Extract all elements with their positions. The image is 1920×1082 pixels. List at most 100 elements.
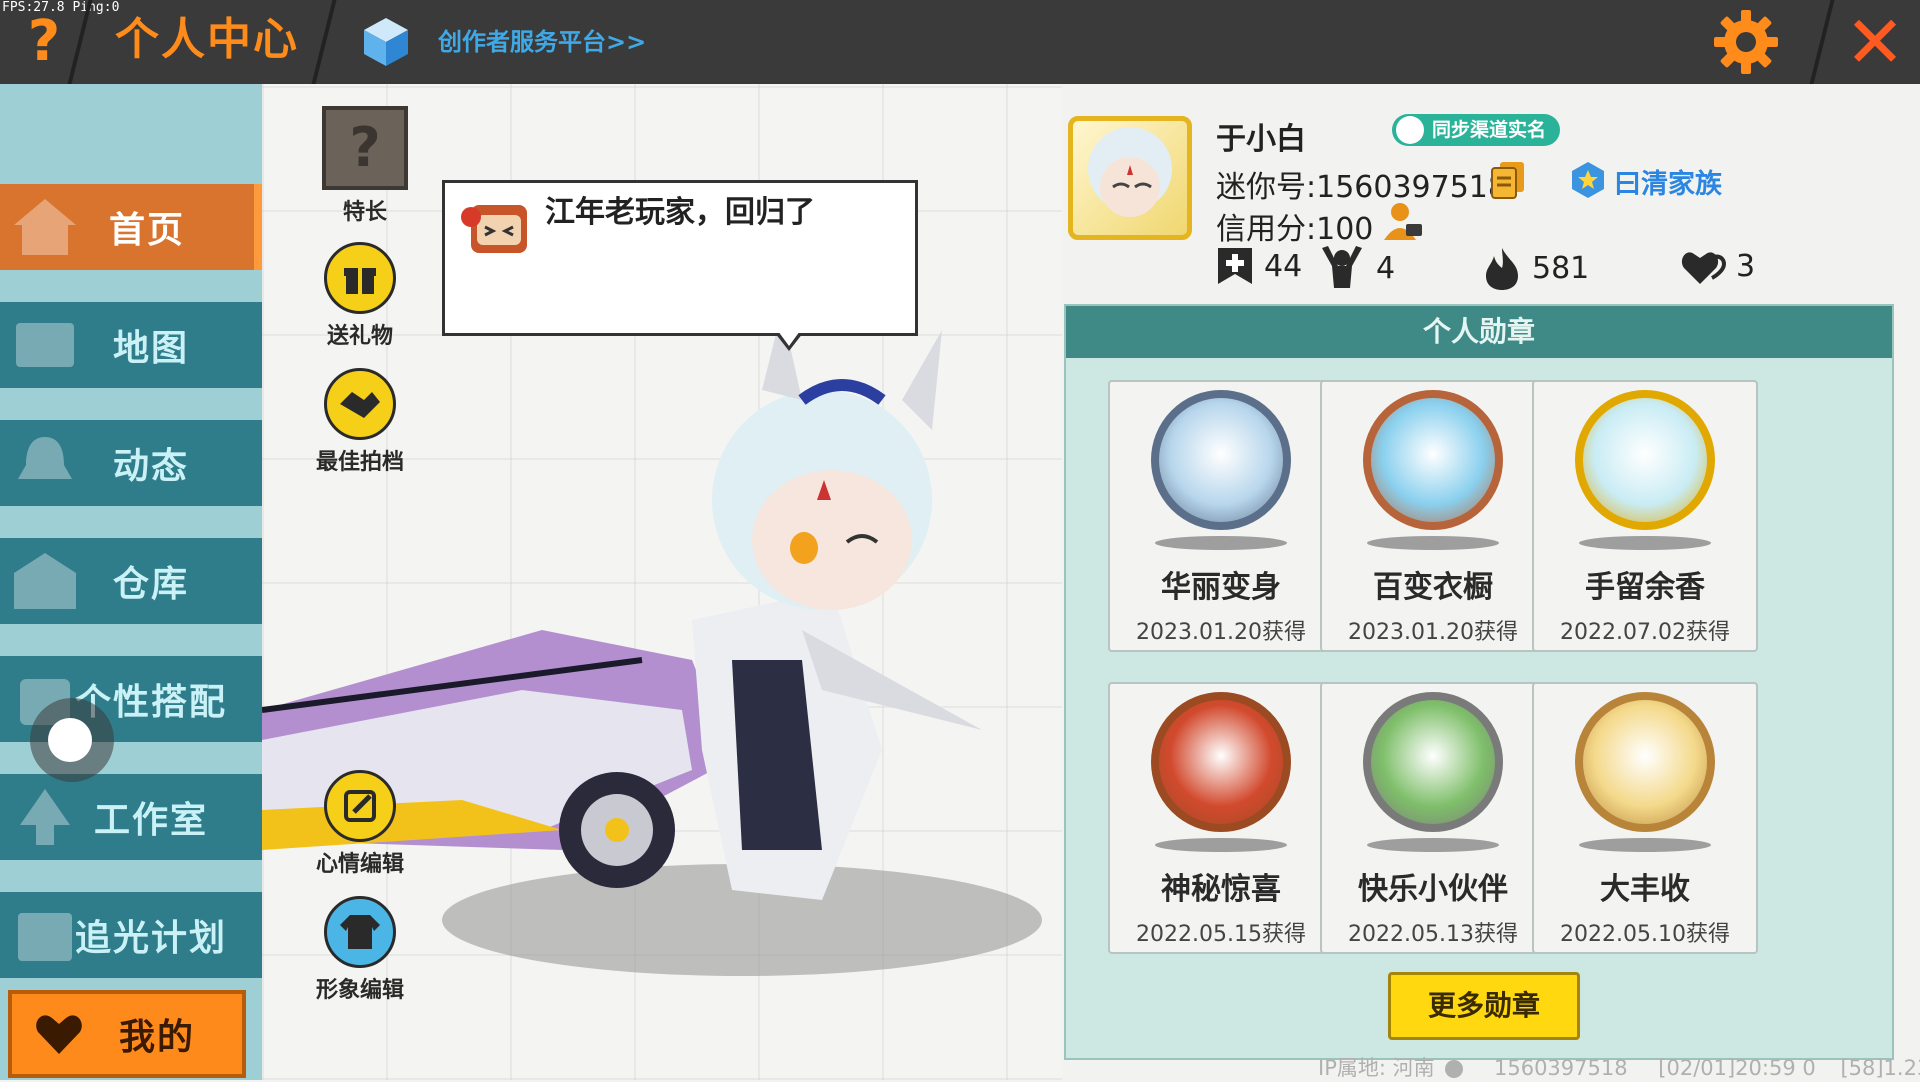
fans-stat[interactable]: 4 — [1318, 246, 1395, 290]
verify-badge[interactable]: 同步渠道实名 — [1392, 114, 1561, 146]
info-icon — [1445, 1060, 1464, 1078]
sidebar-item-label: 首页 — [108, 210, 185, 251]
mini-id: 迷你号:1560397518 — [1216, 170, 1507, 205]
close-button[interactable]: ✕ — [1840, 6, 1910, 78]
light-plan-icon — [18, 913, 72, 961]
cube-icon[interactable] — [362, 16, 410, 68]
medal-card[interactable]: 华丽变身 2023.01.20获得 — [1108, 380, 1334, 652]
creator-platform-link[interactable]: 创作者服务平台>> — [438, 22, 646, 62]
friends-stat[interactable]: 44 — [1216, 246, 1302, 286]
copy-icon[interactable] — [1490, 160, 1526, 200]
question-icon: ? — [322, 106, 408, 190]
medal-card[interactable]: 百变衣橱 2023.01.20获得 — [1320, 380, 1546, 652]
best-photo-label: 最佳拍档 — [315, 450, 404, 475]
popularity-stat[interactable]: 581 — [1482, 246, 1589, 290]
user-verify-icon — [1396, 116, 1424, 144]
top-bar: FPS:27.8 Ping:0 ? 个人中心 创作者服务平台>> ✕ — [0, 0, 1920, 84]
studio-icon — [20, 789, 70, 845]
medal-date: 2022.05.13获得 — [1348, 922, 1518, 947]
divider — [1809, 0, 1835, 84]
more-medals-button[interactable]: 更多勋章 — [1388, 972, 1580, 1040]
image-edit-label: 形象编辑 — [315, 978, 404, 1003]
sidebar-item-home[interactable]: 首页 — [0, 184, 262, 270]
speech-text: 江年老玩家，回归了 — [545, 195, 815, 230]
medal-shadow — [1579, 838, 1711, 852]
medal-card[interactable]: 大丰收 2022.05.10获得 — [1532, 682, 1758, 954]
mood-edit-button[interactable]: 心情编辑 — [305, 770, 415, 878]
medal-badge-icon — [1151, 390, 1291, 530]
medal-badge-icon — [1575, 390, 1715, 530]
divider — [311, 0, 337, 84]
sidebar-item-light-plan[interactable]: 追光计划 — [0, 892, 262, 978]
sidebar-item-label: 仓库 — [112, 564, 189, 605]
sidebar-item-studio[interactable]: 工作室 — [0, 774, 262, 860]
medal-date: 2023.01.20获得 — [1348, 620, 1518, 645]
avatar[interactable] — [1068, 116, 1192, 240]
hearts-icon — [1681, 252, 1726, 284]
outfit-shirt-icon — [324, 896, 396, 968]
footer-version: [58]1.23.0 — [1840, 1056, 1920, 1080]
heart-icon — [36, 1015, 82, 1054]
sidebar-item-map[interactable]: 地图 — [0, 302, 262, 388]
medal-date: 2022.05.15获得 — [1136, 922, 1306, 947]
sidebar-item-feed[interactable]: 动态 — [0, 420, 262, 506]
send-gift-button[interactable]: 送礼物 — [305, 242, 415, 350]
medal-panel-title: 个人勋章 — [1066, 306, 1892, 358]
joystick-knob[interactable] — [48, 718, 92, 762]
sidebar-item-label: 工作室 — [93, 800, 208, 841]
family-name: 曰清家族 — [1614, 169, 1722, 200]
sidebar-item-label: 动态 — [112, 446, 189, 487]
medal-shadow — [1155, 536, 1287, 550]
medal-shadow — [1579, 536, 1711, 550]
speech-bubble: 江年老玩家，回归了 — [442, 180, 918, 351]
medal-date: 2022.07.02获得 — [1560, 620, 1730, 645]
footer-time: [02/01]20:59 0 — [1658, 1056, 1816, 1080]
edit-icon — [324, 770, 396, 842]
credit-score: 信用分:100 — [1216, 212, 1374, 247]
sidebar-item-label: 地图 — [112, 328, 189, 369]
best-photo-button[interactable]: 最佳拍档 — [305, 368, 415, 476]
likes-stat[interactable]: 3 — [1680, 246, 1755, 286]
verify-badge-label: 同步渠道实名 — [1432, 119, 1547, 141]
page-title: 个人中心 — [115, 14, 299, 65]
family-link[interactable]: 曰清家族 — [1568, 162, 1722, 201]
help-button[interactable]: ? — [14, 10, 74, 74]
gift-icon — [324, 242, 396, 314]
map-icon — [16, 323, 74, 367]
family-hex-icon — [1572, 162, 1604, 198]
fans-count: 4 — [1376, 250, 1396, 286]
talent-button[interactable]: ? 特长 — [310, 106, 420, 226]
medal-shadow — [1367, 536, 1499, 550]
medal-date: 2023.01.20获得 — [1136, 620, 1306, 645]
sidebar-item-warehouse[interactable]: 仓库 — [0, 538, 262, 624]
sidebar-item-mine[interactable]: 我的 — [8, 990, 246, 1078]
medal-name: 快乐小伙伴 — [1358, 872, 1508, 907]
help-icon: ? — [27, 9, 61, 74]
avatar-portrait-icon — [1088, 127, 1172, 217]
bell-icon — [18, 437, 72, 479]
medal-name: 大丰收 — [1600, 872, 1690, 907]
medal-date: 2022.05.10获得 — [1560, 922, 1730, 947]
footer-uid: 1560397518 — [1493, 1056, 1628, 1080]
profile-header: 于小白 同步渠道实名 迷你号:1560397518 曰清家族 信用分:100 4… — [1062, 84, 1920, 304]
medal-card[interactable]: 神秘惊喜 2022.05.15获得 — [1108, 682, 1334, 954]
image-edit-button[interactable]: 形象编辑 — [305, 896, 415, 1004]
gear-icon[interactable] — [1712, 8, 1780, 76]
medal-shadow — [1155, 838, 1287, 852]
flame-icon — [1486, 248, 1518, 290]
sidebar-item-label: 我的 — [118, 1017, 195, 1058]
medal-card[interactable]: 快乐小伙伴 2022.05.13获得 — [1320, 682, 1546, 954]
medal-badge-icon — [1575, 692, 1715, 832]
medal-shadow — [1367, 838, 1499, 852]
medal-name: 手留余香 — [1585, 570, 1705, 605]
medal-badge-icon — [1363, 390, 1503, 530]
sidebar: 首页 地图 动态 仓库 个性搭配 工作室 追光计划 我的 — [0, 84, 262, 1080]
handshake-icon — [324, 368, 396, 440]
medal-name: 百变衣橱 — [1373, 570, 1493, 605]
medal-name: 神秘惊喜 — [1161, 872, 1281, 907]
floating-joystick[interactable] — [30, 698, 114, 782]
house-icon — [14, 199, 76, 255]
medal-panel: 个人勋章 华丽变身 2023.01.20获得 百变衣橱 2023.01.20获得 手留余… — [1064, 304, 1894, 1060]
credit-user-icon[interactable] — [1382, 200, 1424, 242]
medal-card[interactable]: 手留余香 2022.07.02获得 — [1532, 380, 1758, 652]
